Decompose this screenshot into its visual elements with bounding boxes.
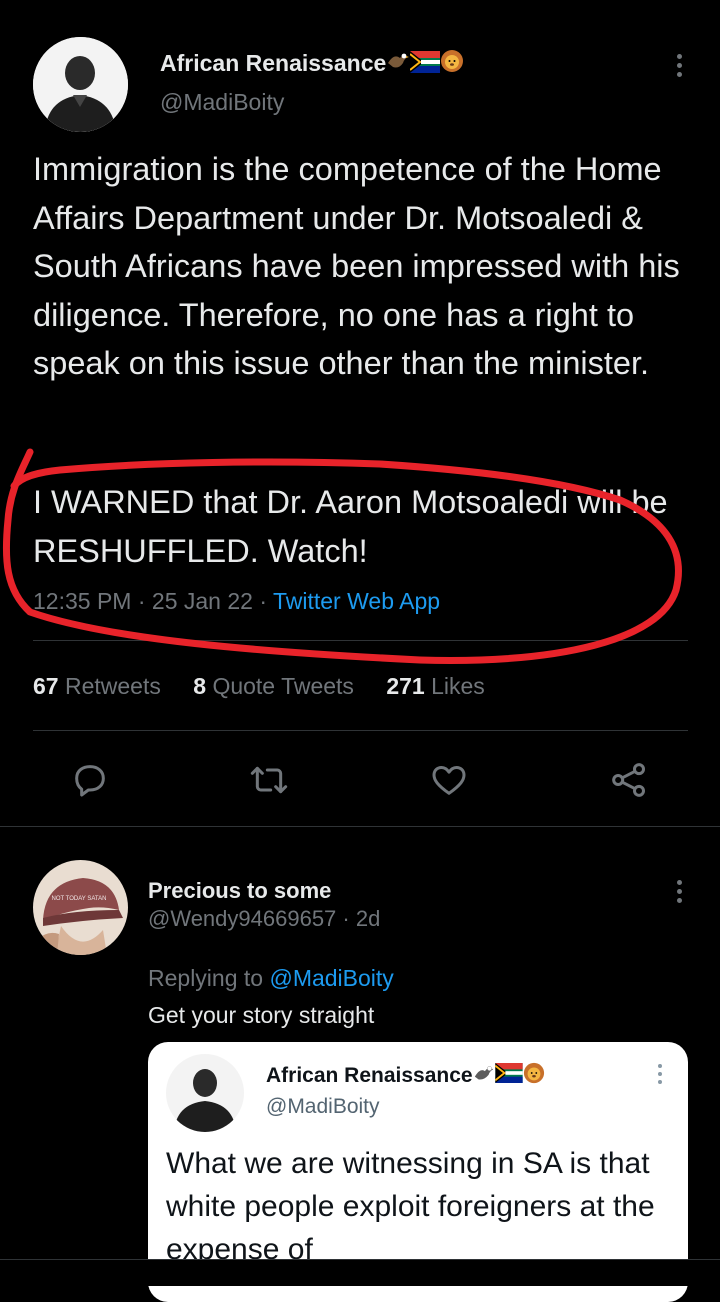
red-annotation-circle [2, 448, 682, 664]
